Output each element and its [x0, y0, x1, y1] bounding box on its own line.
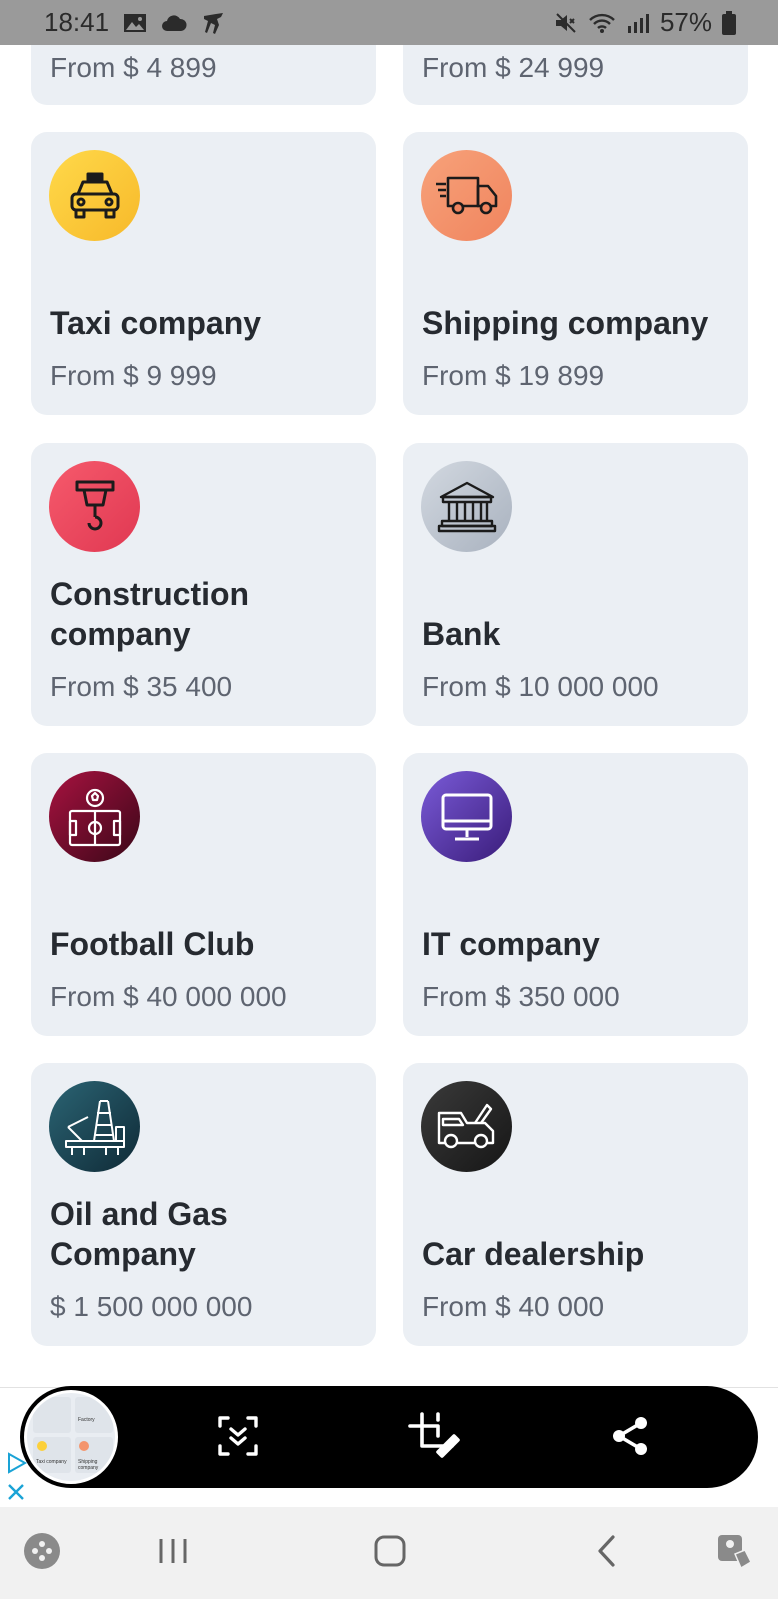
status-bar: 18:41 57%: [0, 0, 778, 45]
screenshot-thumbnail[interactable]: Factory Taxi company Shipping company: [24, 1390, 118, 1484]
business-card-partial-left[interactable]: From $ 4 899: [31, 45, 376, 105]
crane-hook-icon: [49, 461, 140, 552]
thumbnail-tile: Shipping company: [75, 1437, 113, 1473]
card-title: Bank: [422, 616, 501, 652]
app-screen: 18:41 57% From $ 4 899 From $ 24 999 Tax…: [0, 0, 778, 1599]
scroll-capture-button[interactable]: [212, 1412, 264, 1464]
navigation-bar: [0, 1507, 778, 1599]
wifi-icon: [588, 12, 616, 34]
screenshot-toolbar: Factory Taxi company Shipping company: [20, 1386, 758, 1488]
business-card-partial-right[interactable]: From $ 24 999: [403, 45, 748, 105]
card-title: Construction company: [50, 576, 250, 652]
card-price: From $ 19 899: [422, 360, 605, 391]
cloud-icon: [161, 14, 187, 32]
scroll-capture-icon: [216, 1414, 260, 1463]
card-price: From $ 35 400: [50, 671, 233, 702]
card-price: From $ 40 000: [422, 1291, 605, 1322]
football-field-icon: [49, 771, 140, 862]
card-title: Car dealership: [422, 1236, 645, 1272]
card-price: From $ 9 999: [50, 360, 217, 391]
bank-icon: [421, 461, 512, 552]
card-title: Shipping company: [422, 305, 709, 341]
app-notification-icon: [201, 11, 227, 35]
business-card-bank[interactable]: Bank From $ 10 000 000: [403, 443, 748, 726]
business-card-taxi[interactable]: Taxi company From $ 9 999: [31, 132, 376, 415]
thumbnail-label: Factory: [78, 1417, 95, 1423]
crop-edit-icon: [408, 1411, 460, 1465]
card-title: Taxi company: [50, 305, 262, 341]
business-card-construction[interactable]: Construction company From $ 35 400: [31, 443, 376, 726]
game-launcher-button[interactable]: [20, 1531, 64, 1575]
ad-close-icon[interactable]: [6, 1482, 26, 1507]
card-price: From $ 350 000: [422, 981, 620, 1012]
share-icon: [610, 1415, 650, 1462]
card-title: Football Club: [50, 926, 255, 962]
home-icon: [373, 1534, 407, 1573]
home-button[interactable]: [368, 1531, 412, 1575]
mute-icon: [554, 12, 578, 34]
thumbnail-tile: [33, 1397, 71, 1433]
business-card-shipping[interactable]: Shipping company From $ 19 899: [403, 132, 748, 415]
card-title: IT company: [422, 926, 600, 962]
back-icon: [594, 1534, 620, 1573]
monitor-icon: [421, 771, 512, 862]
taxi-icon: [49, 150, 140, 241]
business-card-it[interactable]: IT company From $ 350 000: [403, 753, 748, 1036]
thumbnail-tile: Factory: [75, 1397, 113, 1433]
business-card-oil-gas[interactable]: Oil and Gas Company $ 1 500 000 000: [31, 1063, 376, 1346]
game-launcher-icon: [23, 1532, 61, 1575]
card-title: Oil and Gas Company: [50, 1196, 228, 1272]
card-price: From $ 10 000 000: [422, 671, 659, 702]
truck-icon: [421, 150, 512, 241]
back-button[interactable]: [585, 1531, 629, 1575]
accessibility-icon: [715, 1532, 753, 1575]
business-card-football[interactable]: Football Club From $ 40 000 000: [31, 753, 376, 1036]
share-button[interactable]: [604, 1412, 656, 1464]
thumbnail-label: Shipping company: [78, 1459, 99, 1471]
status-time: 18:41: [44, 7, 110, 37]
battery-percent: 57%: [659, 7, 712, 37]
card-price: From $ 24 999: [422, 52, 605, 83]
business-card-car-dealership[interactable]: Car dealership From $ 40 000: [403, 1063, 748, 1346]
thumbnail-tile: Taxi company: [33, 1437, 71, 1473]
oil-rig-icon: [49, 1081, 140, 1172]
card-price: From $ 40 000 000: [50, 981, 287, 1012]
car-crash-icon: [421, 1081, 512, 1172]
card-price: $ 1 500 000 000: [50, 1291, 253, 1322]
card-price: From $ 4 899: [50, 52, 217, 83]
recents-button[interactable]: [151, 1531, 195, 1575]
signal-icon: [626, 12, 650, 34]
accessibility-button[interactable]: [712, 1531, 756, 1575]
recents-icon: [156, 1536, 190, 1571]
gallery-icon: [123, 13, 147, 33]
thumbnail-label: Taxi company: [36, 1459, 67, 1465]
edit-screenshot-button[interactable]: [408, 1411, 460, 1465]
battery-icon: [722, 10, 736, 35]
